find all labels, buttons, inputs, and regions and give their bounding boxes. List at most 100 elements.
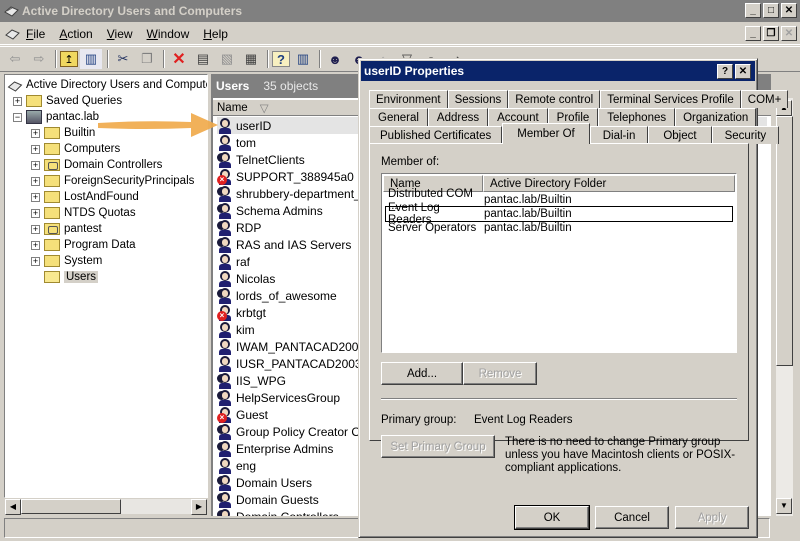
tab-sessions[interactable]: Sessions bbox=[447, 90, 509, 108]
list-item-label: krbtgt bbox=[236, 305, 267, 320]
main-title-bar: Active Directory Users and Computers _ □… bbox=[0, 0, 800, 22]
minimize-button[interactable]: _ bbox=[745, 3, 761, 18]
tree-node-lost-and-found[interactable]: + LostAndFound bbox=[31, 189, 139, 205]
expand-icon[interactable]: + bbox=[31, 128, 40, 138]
expand-icon[interactable]: + bbox=[31, 144, 40, 154]
list-item-label: Group Policy Creator Own bbox=[236, 424, 377, 439]
tree-root[interactable]: Active Directory Users and Computer bbox=[7, 77, 207, 93]
expand-icon[interactable]: + bbox=[31, 240, 40, 250]
group-icon bbox=[217, 491, 233, 508]
expand-icon[interactable]: + bbox=[31, 192, 40, 202]
tree-node-foreign-security-principals[interactable]: + ForeignSecurityPrincipals bbox=[31, 173, 194, 189]
member-of-label: Member of: bbox=[381, 156, 440, 168]
expand-icon[interactable]: + bbox=[31, 224, 40, 234]
maximize-button[interactable]: □ bbox=[763, 3, 779, 18]
tab-terminal-services-profile[interactable]: Terminal Services Profile bbox=[600, 90, 741, 108]
menu-help[interactable]: Help bbox=[203, 27, 228, 41]
collapse-icon[interactable]: − bbox=[13, 112, 22, 122]
scroll-left-button[interactable]: ◀ bbox=[5, 499, 21, 515]
tab-security[interactable]: Security bbox=[711, 126, 780, 144]
remove-button[interactable]: Remove bbox=[463, 362, 537, 385]
cancel-button[interactable]: Cancel bbox=[595, 506, 669, 529]
menu-file[interactable]: File bbox=[26, 27, 45, 41]
properties-dialog: userID Properties ? ✕ Environment Sessio… bbox=[358, 58, 789, 538]
tree-node-pantest[interactable]: + pantest bbox=[31, 221, 102, 237]
expand-icon[interactable]: + bbox=[31, 176, 40, 186]
new-user-icon[interactable]: ☻ bbox=[324, 49, 346, 69]
export-list-icon[interactable]: ▦ bbox=[240, 49, 262, 69]
show-action-pane-icon[interactable]: ▥ bbox=[292, 49, 314, 69]
add-button[interactable]: Add... bbox=[381, 362, 463, 385]
list-item-label: IWAM_PANTACAD2003 bbox=[236, 339, 366, 354]
scroll-right-button[interactable]: ▶ bbox=[191, 499, 207, 515]
show-hide-tree-icon[interactable]: ▥ bbox=[80, 49, 102, 69]
menu-view[interactable]: View bbox=[107, 27, 133, 41]
group-icon bbox=[217, 423, 233, 440]
menu-action[interactable]: Action bbox=[59, 27, 92, 41]
mdi-close-button[interactable]: ✕ bbox=[781, 26, 797, 41]
help-icon[interactable]: ? bbox=[272, 51, 290, 67]
expand-icon[interactable]: + bbox=[31, 160, 40, 170]
expand-icon[interactable]: + bbox=[13, 96, 22, 106]
tab-member-of[interactable]: Member Of bbox=[502, 123, 590, 144]
expand-icon[interactable]: + bbox=[31, 256, 40, 266]
tab-organization[interactable]: Organization bbox=[675, 108, 757, 126]
close-button[interactable]: ✕ bbox=[781, 3, 797, 18]
tree-node-program-data[interactable]: + Program Data bbox=[31, 237, 136, 253]
scroll-down-button[interactable]: ▼ bbox=[776, 498, 792, 514]
menu-window[interactable]: Window bbox=[147, 27, 190, 41]
tree-node-builtin[interactable]: + Builtin bbox=[31, 125, 95, 141]
tab-address[interactable]: Address bbox=[427, 108, 489, 126]
tab-environment[interactable]: Environment bbox=[369, 90, 448, 108]
dialog-close-button[interactable]: ✕ bbox=[735, 64, 751, 79]
folder-icon bbox=[44, 127, 60, 139]
cut-icon[interactable]: ✂ bbox=[112, 49, 134, 69]
tree-node-computers[interactable]: + Computers bbox=[31, 141, 120, 157]
tab-telephones[interactable]: Telephones bbox=[598, 108, 676, 126]
mdi-minimize-button[interactable]: _ bbox=[745, 26, 761, 41]
list-item-label: Domain Controllers bbox=[236, 510, 339, 517]
tree-node-saved-queries[interactable]: + Saved Queries bbox=[13, 93, 122, 109]
tree-node-domain[interactable]: − pantac.lab bbox=[13, 109, 99, 125]
set-primary-group-button[interactable]: Set Primary Group bbox=[381, 435, 495, 458]
copy-icon[interactable]: ❐ bbox=[136, 49, 158, 69]
column-header-folder[interactable]: Active Directory Folder bbox=[483, 175, 735, 192]
tree-node-ntds-quotas[interactable]: + NTDS Quotas bbox=[31, 205, 136, 221]
tab-published-certificates[interactable]: Published Certificates bbox=[369, 126, 503, 144]
list-vertical-scrollbar[interactable]: ▲ ▼ bbox=[776, 98, 793, 516]
list-item-label: Schema Admins bbox=[236, 203, 323, 218]
folder-icon bbox=[44, 207, 60, 219]
tree-node-system[interactable]: + System bbox=[31, 253, 102, 269]
mdi-restore-button[interactable]: ❐ bbox=[763, 26, 779, 41]
expand-icon[interactable]: + bbox=[31, 208, 40, 218]
member-of-list[interactable]: Name Active Directory Folder Distributed… bbox=[381, 173, 737, 353]
group-icon bbox=[217, 219, 233, 236]
forward-icon[interactable]: ⇨ bbox=[28, 49, 50, 69]
tree-horizontal-scrollbar[interactable]: ◀ ▶ bbox=[4, 498, 208, 515]
refresh-icon[interactable]: ▧ bbox=[216, 49, 238, 69]
app-icon bbox=[4, 6, 19, 17]
member-row[interactable]: Event Log Readers pantac.lab/Builtin bbox=[385, 202, 733, 226]
tab-remote-control[interactable]: Remote control bbox=[508, 90, 601, 108]
list-item-label: userID bbox=[236, 118, 272, 133]
primary-group-label: Primary group: bbox=[381, 414, 457, 426]
tree-node-domain-controllers[interactable]: + Domain Controllers bbox=[31, 157, 162, 173]
list-item-label: shrubbery-department_es bbox=[236, 186, 374, 201]
tab-dial-in[interactable]: Dial-in bbox=[589, 126, 649, 144]
delete-icon[interactable]: ✕ bbox=[168, 49, 190, 69]
list-item-label: Enterprise Admins bbox=[236, 441, 334, 456]
tree-node-users[interactable]: Users bbox=[44, 269, 99, 285]
scroll-thumb[interactable] bbox=[776, 116, 793, 366]
dialog-help-button[interactable]: ? bbox=[717, 64, 733, 79]
ok-button[interactable]: OK bbox=[514, 505, 590, 530]
tab-com-plus[interactable]: COM+ bbox=[740, 90, 789, 108]
tab-general[interactable]: General bbox=[369, 108, 428, 126]
console-icon[interactable] bbox=[5, 27, 20, 40]
member-row[interactable]: Server Operators pantac.lab/Builtin bbox=[386, 221, 732, 235]
apply-button[interactable]: Apply bbox=[675, 506, 749, 529]
scroll-thumb[interactable] bbox=[21, 499, 121, 514]
up-folder-icon[interactable]: ↥ bbox=[60, 51, 78, 67]
tab-object[interactable]: Object bbox=[648, 126, 712, 144]
properties-icon[interactable]: ▤ bbox=[192, 49, 214, 69]
back-icon[interactable]: ⇦ bbox=[4, 49, 26, 69]
